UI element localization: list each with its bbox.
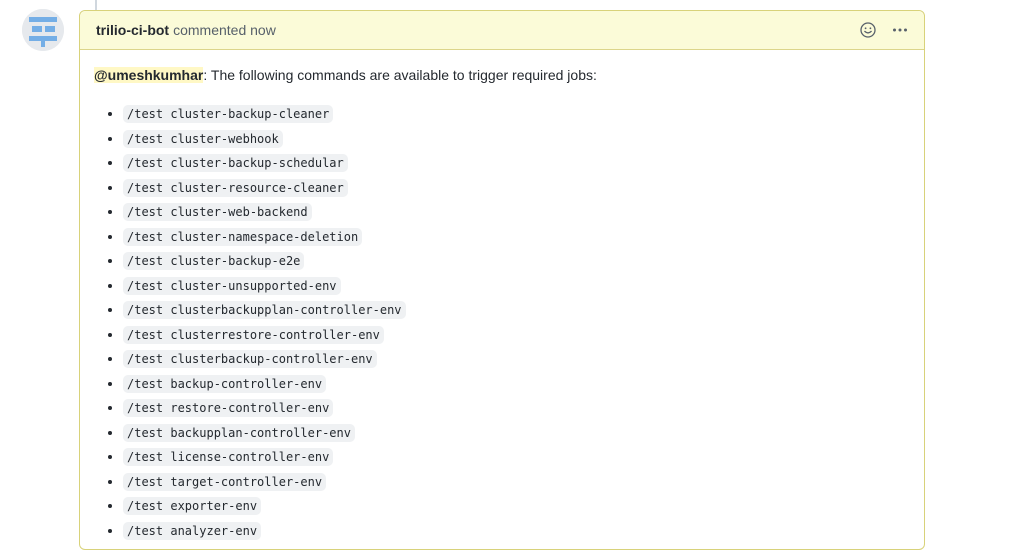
- list-item: /test cluster-webhook: [123, 126, 910, 151]
- command-code: /test cluster-webhook: [123, 129, 283, 148]
- smiley-icon: [860, 22, 876, 38]
- command-code: /test cluster-backup-e2e: [123, 252, 305, 270]
- command-code: /test exporter-env: [123, 497, 262, 515]
- command-code: /test cluster-unsupported-env: [123, 276, 341, 295]
- command-code: /test clusterbackupplan-controller-env: [123, 301, 406, 319]
- comment-header: trilio-ci-bot commented now: [80, 11, 924, 50]
- list-item: /test backupplan-controller-env: [123, 420, 910, 445]
- list-item: /test cluster-backup-cleaner: [123, 101, 910, 126]
- comment-actions: [858, 20, 910, 40]
- list-item: /test cluster-namespace-deletion: [123, 224, 910, 249]
- list-item: /test cluster-backup-schedular: [123, 150, 910, 175]
- command-code: /test cluster-resource-cleaner: [123, 178, 348, 197]
- command-list: /test cluster-backup-cleaner/test cluste…: [94, 101, 910, 542]
- list-item: /test clusterbackup-controller-env: [123, 346, 910, 371]
- command-code: /test backup-controller-env: [123, 374, 327, 393]
- command-code: /test restore-controller-env: [123, 399, 334, 417]
- list-item: /test cluster-resource-cleaner: [123, 175, 910, 200]
- command-code: /test cluster-web-backend: [123, 203, 312, 221]
- add-reaction-button[interactable]: [858, 20, 878, 40]
- kebab-horizontal-icon: [893, 28, 907, 32]
- user-mention[interactable]: @umeshkumhar: [94, 67, 204, 83]
- list-item: /test cluster-web-backend: [123, 199, 910, 224]
- intro-text: : The following commands are available t…: [203, 67, 597, 83]
- list-item: /test clusterbackupplan-controller-env: [123, 297, 910, 322]
- comment-body: @umeshkumhar: The following commands are…: [80, 50, 924, 542]
- command-code: /test license-controller-env: [123, 448, 334, 466]
- bot-avatar-icon: [22, 9, 64, 51]
- comment-timestamp[interactable]: commented now: [173, 22, 276, 38]
- command-code: /test cluster-backup-schedular: [123, 154, 348, 172]
- command-code: /test cluster-backup-cleaner: [123, 105, 334, 123]
- list-item: /test cluster-unsupported-env: [123, 273, 910, 298]
- command-code: /test target-controller-env: [123, 472, 327, 491]
- list-item: /test backup-controller-env: [123, 371, 910, 396]
- list-item: /test exporter-env: [123, 493, 910, 518]
- command-code: /test backupplan-controller-env: [123, 423, 355, 442]
- command-code: /test clusterbackup-controller-env: [123, 350, 377, 368]
- list-item: /test restore-controller-env: [123, 395, 910, 420]
- list-item: /test license-controller-env: [123, 444, 910, 469]
- command-code: /test cluster-namespace-deletion: [123, 227, 363, 246]
- author-avatar[interactable]: [22, 9, 64, 51]
- comment-author[interactable]: trilio-ci-bot: [96, 22, 169, 38]
- comment-menu-button[interactable]: [890, 20, 910, 40]
- comment-box: trilio-ci-bot commented now @umeshkumhar…: [79, 10, 925, 550]
- list-item: /test clusterrestore-controller-env: [123, 322, 910, 347]
- comment-intro: @umeshkumhar: The following commands are…: [94, 65, 910, 85]
- timeline-line: [95, 0, 97, 10]
- list-item: /test cluster-backup-e2e: [123, 248, 910, 273]
- list-item: /test target-controller-env: [123, 469, 910, 494]
- command-code: /test analyzer-env: [123, 521, 262, 540]
- command-code: /test clusterrestore-controller-env: [123, 325, 384, 344]
